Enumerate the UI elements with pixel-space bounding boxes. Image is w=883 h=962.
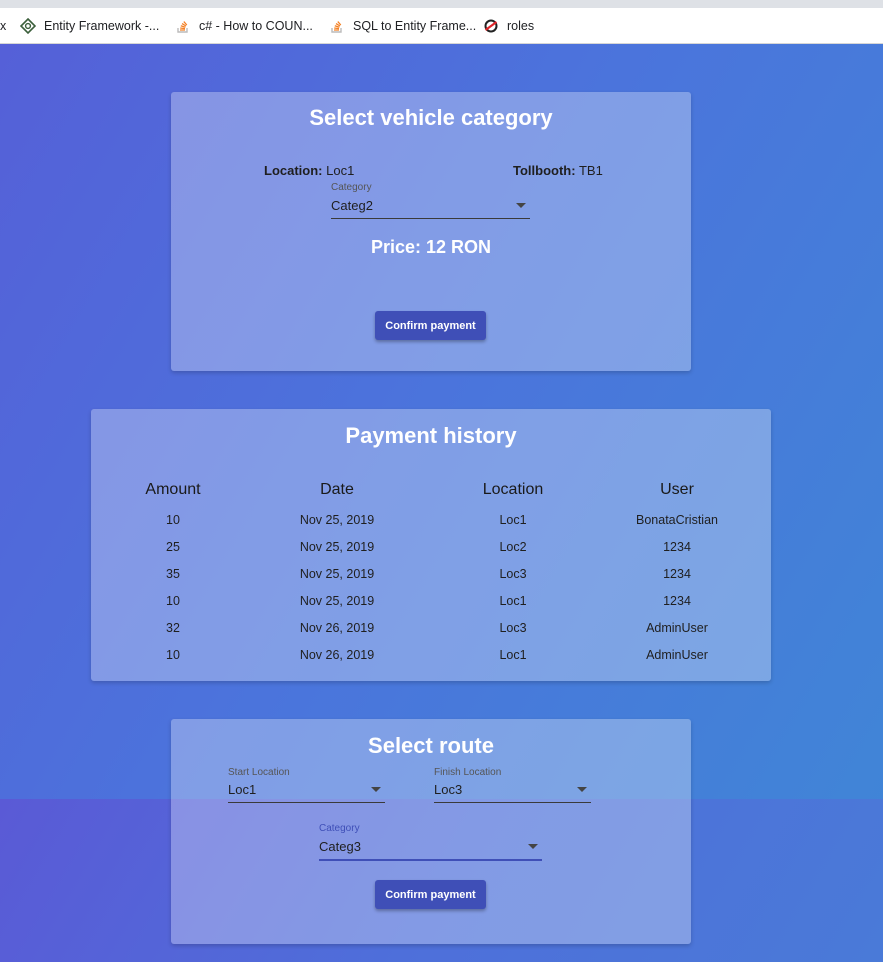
- vehicle-category-title: Select vehicle category: [309, 105, 553, 130]
- finish-location-label: Finish Location: [434, 767, 502, 778]
- cell-date: Nov 25, 2019: [299, 566, 375, 581]
- route-category-value: Categ3: [319, 839, 361, 854]
- category-select-label: Category: [331, 182, 372, 193]
- table-row: 10 Nov 25, 2019 Loc1 BonataCristian: [103, 506, 759, 533]
- bookmark-roles[interactable]: roles: [483, 8, 534, 44]
- route-card: Select route Start Location Loc1 Finish …: [171, 719, 691, 944]
- cell-date: Nov 26, 2019: [299, 620, 375, 635]
- cell-location: Loc3: [499, 566, 527, 581]
- column-header-amount: Amount: [145, 481, 201, 498]
- payment-history-title: Payment history: [345, 423, 517, 448]
- app-background: Select vehicle category Location: Loc1 T…: [0, 44, 883, 962]
- finish-location-value: Loc3: [434, 782, 463, 797]
- roles-site-icon: [483, 18, 499, 34]
- column-header-date: Date: [320, 481, 354, 498]
- table-row: 25 Nov 25, 2019 Loc2 1234: [103, 533, 759, 560]
- column-header-user: User: [660, 481, 694, 498]
- table-row: 35 Nov 25, 2019 Loc3 1234: [103, 560, 759, 587]
- tollbooth-info: Tollbooth: TB1: [513, 163, 603, 178]
- bookmark-partial-label: x: [0, 19, 7, 33]
- bookmark-sql-to-entity[interactable]: SQL to Entity Frame...: [329, 8, 476, 44]
- cell-user: 1234: [663, 539, 691, 554]
- browser-top-strip: [0, 0, 883, 8]
- cell-amount: 25: [166, 539, 180, 554]
- bookmarks-bar: x Entity Framework -... c# - How to COUN…: [0, 8, 883, 44]
- tollbooth-label: Tollbooth:: [513, 163, 576, 178]
- cell-date: Nov 25, 2019: [299, 512, 375, 527]
- route-confirm-payment-button[interactable]: Confirm payment: [375, 880, 486, 909]
- dropdown-arrow-icon: [516, 203, 526, 208]
- stackoverflow-icon: [329, 18, 345, 34]
- cell-user: AdminUser: [646, 647, 708, 662]
- tollbooth-value: TB1: [578, 163, 603, 178]
- cell-location: Loc1: [499, 647, 527, 662]
- bookmark-label: SQL to Entity Frame...: [353, 19, 477, 33]
- cell-amount: 10: [166, 593, 180, 608]
- payment-history-table: Amount Date Location User 10 Nov 25, 201…: [103, 475, 759, 668]
- category-select-value: Categ2: [331, 198, 373, 213]
- column-header-location: Location: [482, 481, 544, 498]
- bookmark-label: c# - How to COUN...: [199, 19, 313, 33]
- dropdown-arrow-icon: [577, 787, 587, 792]
- start-location-value: Loc1: [228, 782, 257, 797]
- payment-history-card: Payment history Amount Date Location Use…: [91, 409, 771, 681]
- table-row: 10 Nov 26, 2019 Loc1 AdminUser: [103, 641, 759, 668]
- cell-user: AdminUser: [646, 620, 708, 635]
- table-header-row: Amount Date Location User: [103, 475, 759, 505]
- entity-framework-icon: [20, 18, 36, 34]
- cell-amount: 32: [166, 620, 180, 635]
- cell-location: Loc2: [499, 539, 527, 554]
- bookmark-how-to-count[interactable]: c# - How to COUN...: [175, 8, 313, 44]
- bookmark-label: Entity Framework -...: [44, 19, 160, 33]
- cell-location: Loc1: [499, 512, 527, 527]
- route-category-select[interactable]: Category Categ3: [319, 823, 542, 861]
- dropdown-arrow-icon: [371, 787, 381, 792]
- route-category-label: Category: [319, 823, 360, 834]
- cell-amount: 10: [166, 512, 180, 527]
- location-label: Location:: [264, 163, 323, 178]
- dropdown-arrow-icon: [528, 844, 538, 849]
- start-location-select[interactable]: Start Location Loc1: [228, 767, 385, 803]
- bookmark-partial[interactable]: x: [0, 8, 6, 44]
- cell-user: BonataCristian: [636, 512, 718, 527]
- cell-amount: 35: [166, 566, 180, 581]
- stackoverflow-icon: [175, 18, 191, 34]
- finish-location-select[interactable]: Finish Location Loc3: [434, 767, 591, 803]
- price-text: Price: 12 RON: [370, 237, 492, 257]
- cell-date: Nov 25, 2019: [299, 593, 375, 608]
- location-info: Location: Loc1: [264, 163, 354, 178]
- cell-date: Nov 25, 2019: [299, 539, 375, 554]
- category-select[interactable]: Category Categ2: [331, 182, 530, 219]
- bookmark-label: roles: [507, 19, 535, 33]
- cell-location: Loc3: [499, 620, 527, 635]
- cell-date: Nov 26, 2019: [299, 647, 375, 662]
- vehicle-category-card: Select vehicle category Location: Loc1 T…: [171, 92, 691, 371]
- bookmark-entity-framework[interactable]: Entity Framework -...: [20, 8, 159, 44]
- cell-user: 1234: [663, 593, 691, 608]
- start-location-label: Start Location: [228, 767, 290, 778]
- cell-user: 1234: [663, 566, 691, 581]
- cell-location: Loc1: [499, 593, 527, 608]
- confirm-payment-button[interactable]: Confirm payment: [375, 311, 486, 340]
- route-title: Select route: [368, 733, 494, 758]
- table-row: 10 Nov 25, 2019 Loc1 1234: [103, 587, 759, 614]
- location-value: Loc1: [326, 163, 355, 178]
- table-row: 32 Nov 26, 2019 Loc3 AdminUser: [103, 614, 759, 641]
- cell-amount: 10: [166, 647, 180, 662]
